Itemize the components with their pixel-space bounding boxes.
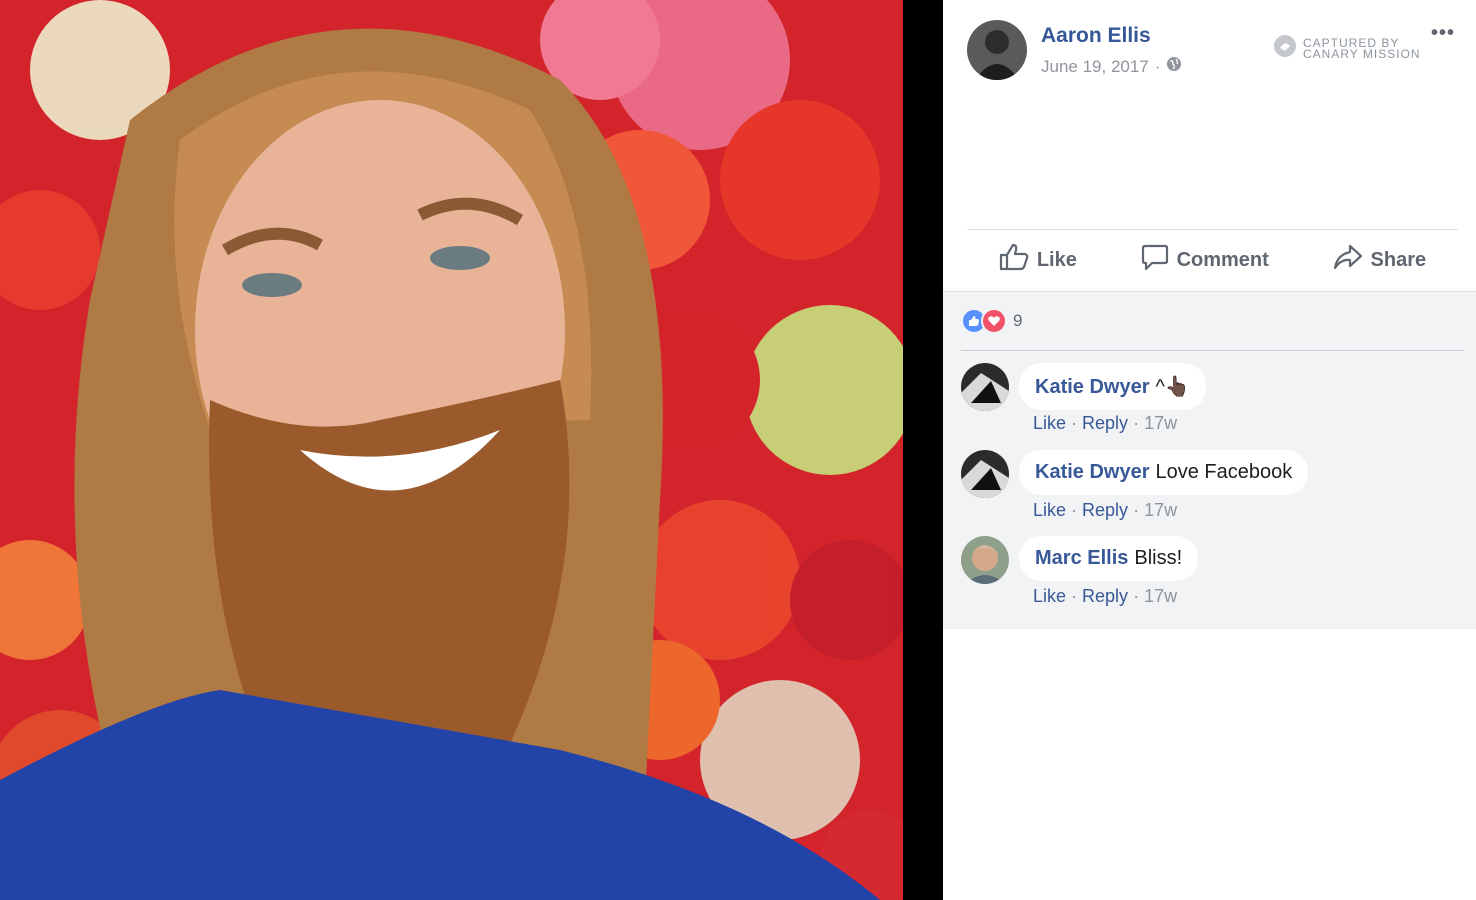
post-author-name[interactable]: Aaron Ellis (1041, 24, 1151, 48)
comment-bubble: Katie Dwyer Love Facebook (1019, 450, 1309, 495)
like-label: Like (1036, 248, 1077, 271)
photo-divider (903, 0, 943, 900)
thumbs-up-icon (999, 243, 1029, 277)
comment-bubble: Katie Dwyer ^👆🏿 (1019, 363, 1206, 410)
comment-text: ^👆🏿 (1155, 376, 1190, 398)
commenter-avatar[interactable] (961, 363, 1009, 411)
commenter-name[interactable]: Katie Dwyer (1035, 376, 1150, 398)
comment-time[interactable]: 17w (1144, 586, 1177, 606)
post-meta: June 19, 2017 · (1041, 56, 1182, 77)
comments-section: 9 Katie Dwyer ^👆🏿 Like · Reply · 17w Kati… (943, 291, 1476, 629)
speech-bubble-icon (1141, 243, 1169, 277)
post-panel: Aaron Ellis June 19, 2017 · CAPTURED BY … (943, 0, 1476, 900)
share-arrow-icon (1333, 243, 1363, 277)
post-photo[interactable] (0, 0, 903, 900)
commenter-name[interactable]: Katie Dwyer (1035, 461, 1150, 483)
comment-like-link[interactable]: Like (1033, 500, 1066, 520)
more-options-icon[interactable]: ••• (1431, 22, 1455, 45)
comment-like-link[interactable]: Like (1033, 413, 1066, 433)
avatar-image (967, 20, 1027, 80)
comment-button[interactable]: Comment (1141, 243, 1269, 277)
commenter-avatar[interactable] (961, 450, 1009, 498)
comment-like-link[interactable]: Like (1033, 586, 1066, 606)
comment-actions: Like · Reply · 17w (1033, 586, 1178, 606)
comment-text: Love Facebook (1155, 461, 1293, 483)
comment-text: Bliss! (1134, 547, 1183, 569)
comment-time[interactable]: 17w (1144, 413, 1177, 433)
comment-actions: Like · Reply · 17w (1033, 500, 1178, 520)
comment-actions: Like · Reply · 17w (1033, 413, 1178, 433)
capture-watermark: CAPTURED BY CANARY MISSION (1273, 34, 1421, 63)
meta-separator: · (1154, 56, 1161, 76)
reactions-divider (961, 350, 1464, 351)
comment-bubble: Marc Ellis Bliss! (1019, 536, 1199, 581)
post-photo-image (0, 0, 903, 900)
comment-reply-link[interactable]: Reply (1082, 586, 1128, 606)
post-actions: Like Comment Share (967, 230, 1458, 290)
commenter-avatar[interactable] (961, 536, 1009, 584)
love-reaction-icon (981, 308, 1007, 334)
canary-logo-icon (1273, 34, 1297, 63)
canary-mission-label: CANARY MISSION (1303, 46, 1421, 61)
globe-icon[interactable] (1166, 56, 1182, 77)
comment-label: Comment (1176, 248, 1269, 271)
post-date[interactable]: June 19, 2017 (1041, 57, 1149, 77)
share-button[interactable]: Share (1333, 243, 1427, 277)
like-button[interactable]: Like (999, 243, 1077, 277)
reaction-count: 9 (1013, 311, 1023, 330)
commenter-name[interactable]: Marc Ellis (1035, 547, 1128, 569)
comment-reply-link[interactable]: Reply (1082, 500, 1128, 520)
author-avatar[interactable] (967, 20, 1027, 80)
comment-time[interactable]: 17w (1144, 500, 1177, 520)
reactions-summary[interactable]: 9 (961, 308, 1022, 334)
share-label: Share (1370, 248, 1427, 271)
comment-reply-link[interactable]: Reply (1082, 413, 1128, 433)
